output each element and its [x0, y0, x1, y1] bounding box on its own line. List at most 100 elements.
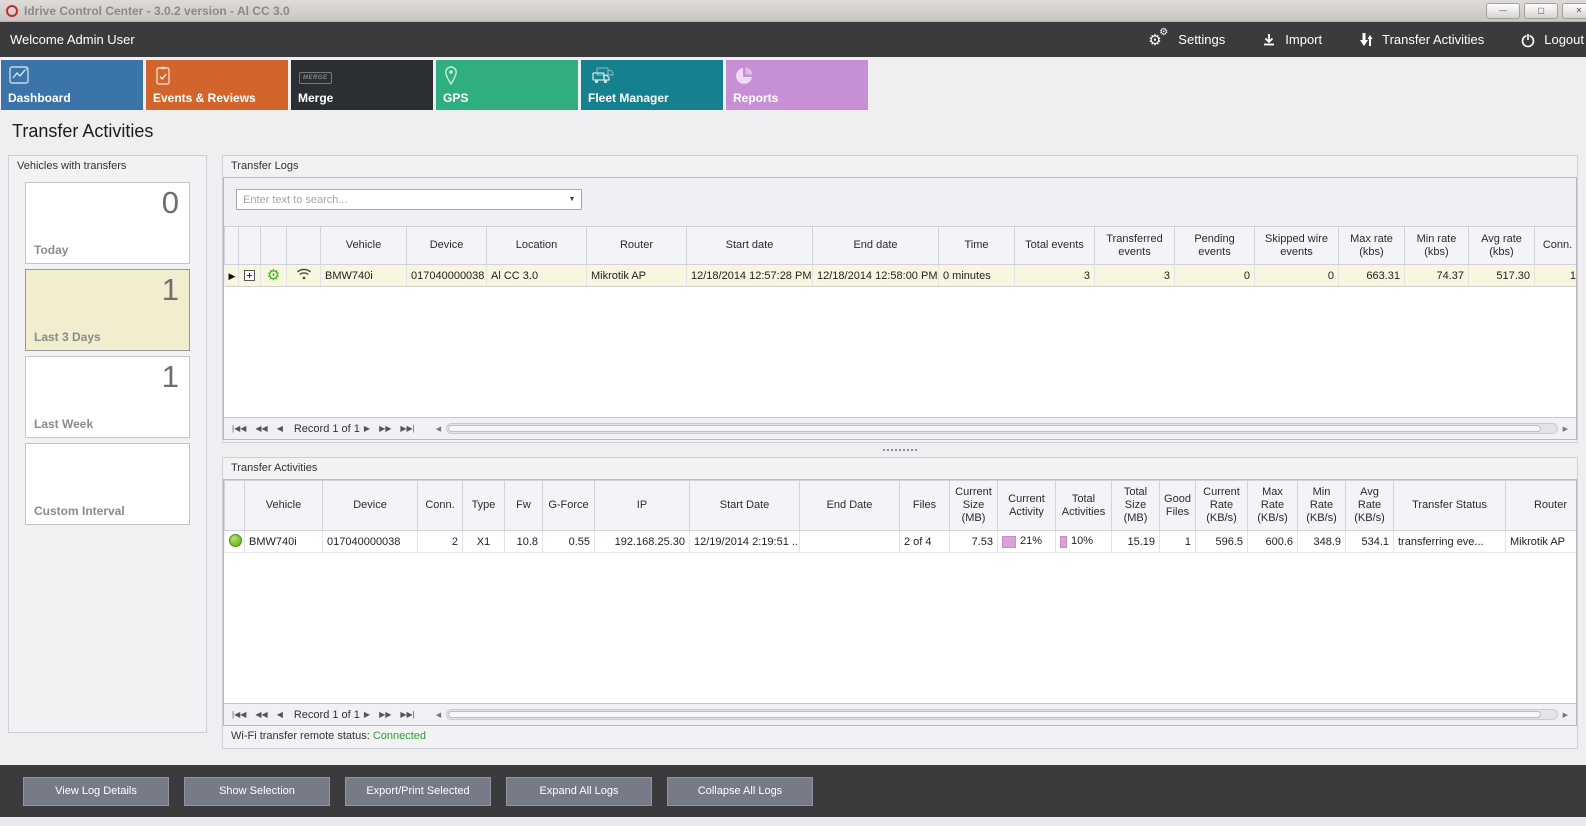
- pager-next-group-icon[interactable]: ▶▶: [379, 710, 391, 719]
- col-total-activities[interactable]: Total Activities: [1056, 481, 1112, 531]
- pager-last-icon[interactable]: ▶▶|: [400, 424, 414, 433]
- scroll-right-icon[interactable]: ▶: [1563, 711, 1568, 719]
- col-max-rate[interactable]: Max Rate (KB/s): [1248, 481, 1298, 531]
- col-current-rate[interactable]: Current Rate (KB/s): [1196, 481, 1248, 531]
- card-last-week[interactable]: 1 Last Week: [25, 356, 190, 438]
- col-vehicle[interactable]: Vehicle: [245, 481, 323, 531]
- col-min-rate[interactable]: Min rate (kbs): [1405, 227, 1469, 265]
- activities-header-row: Vehicle Device Conn. Type Fw G-Force IP …: [225, 481, 1577, 531]
- clipboard-check-icon: [154, 66, 172, 86]
- window-titlebar: Idrive Control Center - 3.0.2 version - …: [0, 0, 1586, 22]
- col-max-rate[interactable]: Max rate (kbs): [1339, 227, 1405, 265]
- col-fw[interactable]: Fw: [505, 481, 543, 531]
- view-log-details-button[interactable]: View Log Details: [23, 777, 169, 806]
- col-transferred-events[interactable]: Transferred events: [1095, 227, 1175, 265]
- gear-icon[interactable]: ⚙: [261, 265, 287, 287]
- pager-prev-icon[interactable]: ◀: [277, 424, 283, 433]
- pager-prev-icon[interactable]: ◀: [277, 710, 283, 719]
- pager-next-icon[interactable]: ▶: [364, 424, 370, 433]
- tile-reports[interactable]: Reports: [726, 60, 868, 110]
- collapse-all-logs-button[interactable]: Collapse All Logs: [667, 777, 813, 806]
- tile-events-reviews[interactable]: Events & Reviews: [146, 60, 288, 110]
- card-last-3-days[interactable]: 1 Last 3 Days: [25, 269, 190, 351]
- pager-first-icon[interactable]: |◀◀: [232, 710, 246, 719]
- card-label: Last Week: [34, 417, 93, 431]
- search-input[interactable]: [237, 194, 563, 206]
- pager-prev-group-icon[interactable]: ◀◀: [255, 710, 267, 719]
- pager-first-icon[interactable]: |◀◀: [232, 424, 246, 433]
- col-vehicle[interactable]: Vehicle: [321, 227, 407, 265]
- expand-all-logs-button[interactable]: Expand All Logs: [506, 777, 652, 806]
- col-type[interactable]: Type: [463, 481, 505, 531]
- pager-next-icon[interactable]: ▶: [364, 710, 370, 719]
- col-total-size[interactable]: Total Size (MB): [1112, 481, 1160, 531]
- scroll-right-icon[interactable]: ▶: [1563, 425, 1568, 433]
- logout-button[interactable]: Logout: [1520, 32, 1584, 48]
- scroll-thumb[interactable]: [448, 711, 1541, 718]
- scroll-track[interactable]: [446, 423, 1557, 434]
- scroll-left-icon[interactable]: ◀: [436, 425, 441, 433]
- pager-next-group-icon[interactable]: ▶▶: [379, 424, 391, 433]
- col-device[interactable]: Device: [323, 481, 418, 531]
- tile-fleet-manager[interactable]: Fleet Manager: [581, 60, 723, 110]
- col-min-rate[interactable]: Min Rate (KB/s): [1298, 481, 1346, 531]
- tile-merge[interactable]: MERGE Merge: [291, 60, 433, 110]
- card-custom-interval[interactable]: Custom Interval: [25, 443, 190, 525]
- maximize-button[interactable]: ▢: [1524, 3, 1558, 19]
- dropdown-arrow-icon[interactable]: ▼: [563, 196, 581, 203]
- col-total-events[interactable]: Total events: [1015, 227, 1095, 265]
- col-files[interactable]: Files: [900, 481, 950, 531]
- panel-splitter[interactable]: [222, 443, 1578, 457]
- tile-dashboard[interactable]: Dashboard: [1, 60, 143, 110]
- expand-row-icon[interactable]: [239, 265, 261, 287]
- transfer-activity-row[interactable]: BMW740i 017040000038 2 X1 10.8 0.55 192.…: [225, 531, 1577, 553]
- activities-hscrollbar[interactable]: ◀ ▶: [436, 709, 1568, 720]
- pager-last-icon[interactable]: ▶▶|: [400, 710, 414, 719]
- col-router[interactable]: Router: [1506, 481, 1577, 531]
- transfer-activities-button[interactable]: Transfer Activities: [1358, 31, 1484, 48]
- tile-gps[interactable]: GPS: [436, 60, 578, 110]
- transfer-log-row[interactable]: ▶ ⚙ BMW740i 017040000038 Al CC 3.0 Mikro…: [225, 265, 1577, 287]
- col-start-date[interactable]: Start Date: [690, 481, 800, 531]
- col-router[interactable]: Router: [587, 227, 687, 265]
- export-print-selected-button[interactable]: Export/Print Selected: [345, 777, 491, 806]
- col-end-date[interactable]: End date: [813, 227, 939, 265]
- col-ip[interactable]: IP: [595, 481, 690, 531]
- show-selection-button[interactable]: Show Selection: [184, 777, 330, 806]
- cell-current-size: 7.53: [950, 531, 998, 553]
- col-gforce[interactable]: G-Force: [543, 481, 595, 531]
- scroll-track[interactable]: [446, 709, 1557, 720]
- col-current-size[interactable]: Current Size (MB): [950, 481, 998, 531]
- minimize-button[interactable]: —: [1486, 3, 1520, 19]
- scroll-thumb[interactable]: [448, 425, 1541, 432]
- col-avg-rate[interactable]: Avg rate (kbs): [1469, 227, 1535, 265]
- progress-bar: [1002, 536, 1016, 548]
- scroll-left-icon[interactable]: ◀: [436, 711, 441, 719]
- col-skipped-wire-events[interactable]: Skipped wire events: [1255, 227, 1339, 265]
- card-today[interactable]: 0 Today: [25, 182, 190, 264]
- progress-bar: [1060, 536, 1067, 548]
- col-pending-events[interactable]: Pending events: [1175, 227, 1255, 265]
- col-current-activity[interactable]: Current Activity: [998, 481, 1056, 531]
- col-device[interactable]: Device: [407, 227, 487, 265]
- transfer-logs-title: Transfer Logs: [223, 156, 1577, 177]
- wifi-status-line: Wi-Fi transfer remote status: Connected: [223, 726, 1577, 746]
- col-start-date[interactable]: Start date: [687, 227, 813, 265]
- pager-prev-group-icon[interactable]: ◀◀: [255, 424, 267, 433]
- col-conn[interactable]: Conn.: [418, 481, 463, 531]
- col-location[interactable]: Location: [487, 227, 587, 265]
- col-end-date[interactable]: End Date: [800, 481, 900, 531]
- settings-button[interactable]: ⚙⚙ Settings: [1148, 30, 1225, 50]
- col-conn[interactable]: Conn.: [1535, 227, 1577, 265]
- col-good-files[interactable]: Good Files: [1160, 481, 1196, 531]
- cell-max-rate: 600.6: [1248, 531, 1298, 553]
- close-button[interactable]: ✕: [1562, 3, 1586, 19]
- col-time[interactable]: Time: [939, 227, 1015, 265]
- import-button[interactable]: Import: [1261, 32, 1322, 48]
- col-avg-rate[interactable]: Avg Rate (KB/s): [1346, 481, 1394, 531]
- interval-cards: 0 Today 1 Last 3 Days 1 Last Week Custom…: [9, 177, 206, 525]
- tile-label: GPS: [443, 91, 468, 105]
- logs-hscrollbar[interactable]: ◀ ▶: [436, 423, 1568, 434]
- col-transfer-status[interactable]: Transfer Status: [1394, 481, 1506, 531]
- cell-start-date: 12/19/2014 2:19:51 ...: [690, 531, 800, 553]
